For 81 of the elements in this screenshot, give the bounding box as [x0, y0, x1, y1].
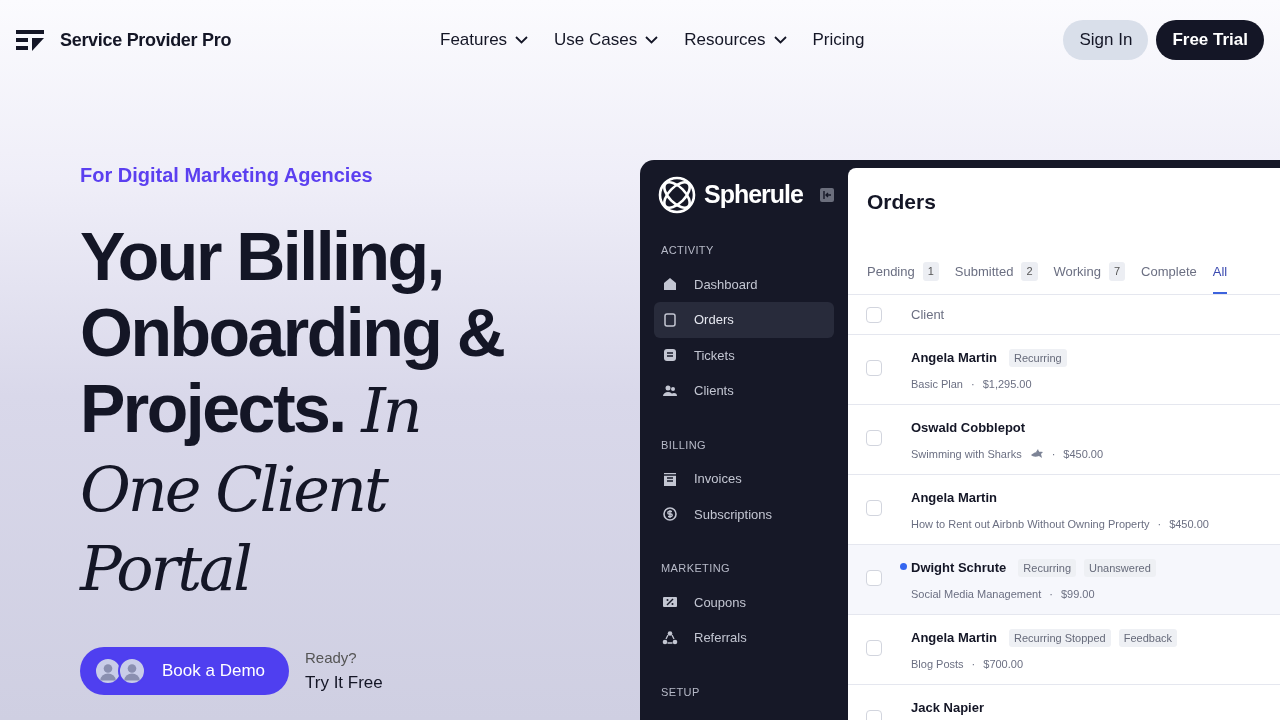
app-name: Spherule	[704, 179, 803, 211]
service-name: Blog Posts	[911, 656, 964, 672]
section-heading: SETUP	[661, 684, 701, 700]
nav-link[interactable]: Features	[440, 27, 529, 53]
dollar-cycle-icon	[662, 506, 678, 523]
separator-dot: ·	[1157, 516, 1162, 532]
status-tag: Recurring	[1008, 348, 1067, 367]
sphere-logo-icon	[658, 176, 696, 214]
order-row[interactable]: Jack Napier	[848, 685, 1280, 720]
order-price: $1,295.00	[982, 376, 1032, 392]
separator-dot: ·	[1051, 446, 1056, 462]
section-heading: MARKETING	[661, 561, 731, 576]
filter-tab[interactable]: Submitted 2	[954, 255, 1038, 294]
row-checkbox[interactable]	[866, 430, 882, 446]
nav-link[interactable]: Pricing	[812, 27, 865, 53]
client-name: Dwight Schrute	[911, 559, 1007, 577]
order-price: $450.00	[1169, 516, 1209, 532]
status-tag: Feedback	[1118, 628, 1177, 647]
page-title: Orders	[866, 189, 937, 215]
separator-dot: ·	[971, 656, 976, 672]
order-row[interactable]: Dwight Schrute Recurring Unanswered Social Media Management · $99.00	[848, 545, 1280, 615]
unread-dot	[900, 563, 907, 570]
order-row[interactable]: Angela Martin Recurring Stopped Feedback Blog Posts · $700.00	[848, 615, 1280, 685]
clipboard-icon	[662, 311, 678, 328]
nav-link[interactable]: Resources	[684, 27, 787, 53]
client-name: Angela Martin	[911, 349, 997, 367]
ready-text: Ready?	[305, 648, 358, 668]
eyebrow-text: For Digital Marketing Agencies	[80, 163, 374, 188]
try-free-link[interactable]: Try It Free	[305, 669, 383, 695]
sidebar-item[interactable]: Orders	[654, 302, 834, 338]
order-row[interactable]: Angela Martin Recurring Basic Plan · $1,295.00	[848, 335, 1280, 405]
order-row[interactable]: Oswald Cobblepot Swimming with Sharks · $450.00	[848, 405, 1280, 475]
separator-dot: ·	[1049, 586, 1053, 602]
nav-link[interactable]: Use Cases	[554, 27, 659, 53]
separator-dot: ·	[971, 376, 975, 392]
avatar-icon	[94, 657, 122, 685]
service-name: Basic Plan	[911, 376, 963, 392]
status-tag: Unanswered	[1084, 558, 1156, 577]
sidebar-item[interactable]: Tickets	[654, 337, 834, 373]
home-icon	[662, 276, 678, 293]
sidebar-item[interactable]: Clients	[654, 373, 834, 409]
sidebar-item[interactable]: Invoices	[654, 461, 834, 497]
free-trial-button[interactable]: Free Trial	[1156, 20, 1264, 60]
filter-tab[interactable]: Working 7	[1053, 255, 1126, 294]
status-tag: Recurring	[1018, 558, 1077, 577]
sidebar-item[interactable]: Referrals	[654, 620, 834, 656]
sidebar-item[interactable]: Subscriptions	[654, 496, 834, 532]
ticket-icon	[662, 347, 678, 364]
referral-icon	[662, 629, 678, 646]
column-header: Client	[911, 305, 945, 324]
sign-in-button[interactable]: Sign In	[1063, 20, 1149, 60]
order-price: $700.00	[983, 656, 1024, 672]
row-checkbox[interactable]	[866, 360, 882, 376]
filter-tab[interactable]: All	[1212, 255, 1228, 294]
order-price: $99.00	[1060, 586, 1095, 602]
avatar-icon	[118, 657, 146, 685]
client-name: Oswald Cobblepot	[911, 419, 1026, 437]
filter-tab[interactable]: Pending 1	[867, 255, 939, 294]
filter-tab[interactable]: Complete	[1141, 255, 1197, 294]
headline: Your Billing, Onboarding & Projects. In One Client Portal	[80, 218, 505, 607]
section-heading: ACTIVITY	[661, 243, 715, 258]
select-all-checkbox[interactable]	[866, 306, 882, 323]
sidebar-item[interactable]: Dashboard	[654, 266, 834, 302]
status-tag: Recurring Stopped	[1008, 628, 1111, 647]
client-name: Angela Martin	[911, 489, 997, 507]
row-checkbox[interactable]	[866, 640, 882, 656]
logo-icon	[16, 29, 44, 51]
receipt-icon	[662, 470, 678, 487]
client-name: Angela Martin	[911, 629, 997, 647]
brand-name: Service Provider Pro	[60, 28, 232, 52]
sidebar-item[interactable]: Coupons	[654, 584, 834, 620]
collapse-sidebar-icon[interactable]	[820, 188, 834, 202]
order-price: $450.00	[1063, 446, 1104, 462]
section-heading: BILLING	[661, 437, 707, 453]
row-checkbox[interactable]	[866, 570, 882, 586]
row-checkbox[interactable]	[866, 500, 882, 516]
book-demo-button[interactable]: Book a Demo	[80, 647, 289, 695]
client-name: Jack Napier	[911, 699, 984, 717]
service-name: Swimming with Sharks	[911, 446, 1022, 462]
service-name: How to Rent out Airbnb Without Owning Property	[911, 516, 1150, 532]
service-name: Social Media Management	[911, 586, 1042, 602]
